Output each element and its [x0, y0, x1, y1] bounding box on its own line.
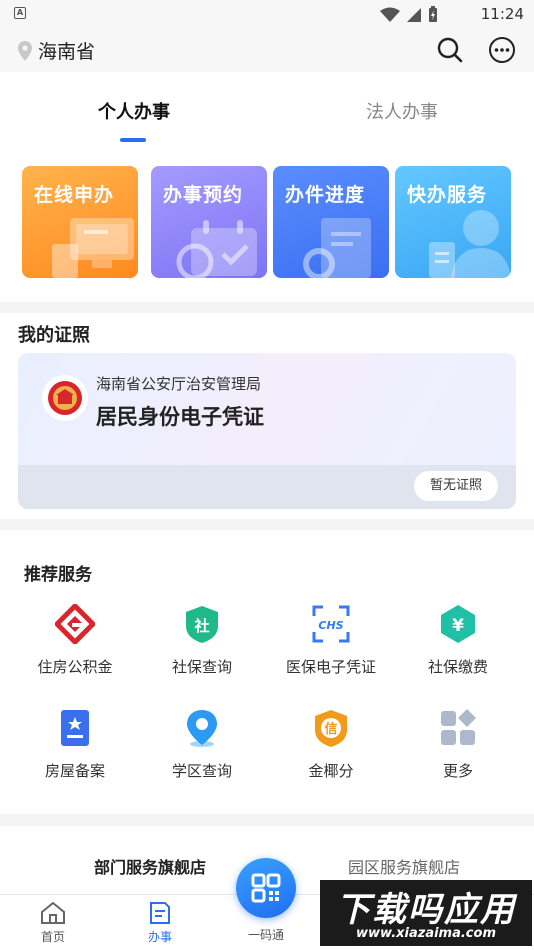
service-medical-insurance[interactable]: CHS 医保电子凭证 — [271, 604, 391, 677]
service-social-security-payment[interactable]: ¥ 社保缴费 — [398, 604, 518, 677]
service-more[interactable]: 更多 — [398, 708, 518, 781]
section-title: 推荐服务 — [24, 565, 92, 585]
tile-progress[interactable]: 办件进度 — [273, 166, 389, 278]
service-label: 医保电子凭证 — [285, 658, 376, 676]
more-grid-icon — [441, 709, 476, 745]
icon-glyph: 社 — [193, 617, 209, 635]
tile-label: 办件进度 — [285, 184, 366, 206]
tab-park-flagship[interactable]: 园区服务旗舰店 — [348, 854, 460, 878]
recommended-services-section: 推荐服务 住房公积金 社 社保查询 CHS 医保电子凭证 ¥ 社保缴费 房屋备案… — [0, 530, 534, 814]
tab-dept-flagship[interactable]: 部门服务旗舰店 — [94, 854, 206, 878]
service-label: 金椰分 — [308, 762, 354, 780]
tile-label: 在线申办 — [34, 184, 115, 206]
status-time: 11:24 — [480, 5, 524, 23]
icon-glyph: CHS — [318, 619, 343, 632]
more-options-icon[interactable] — [488, 36, 516, 64]
coconut-score-icon: 信 — [315, 710, 347, 747]
service-label: 社保查询 — [171, 658, 232, 676]
search-icon[interactable] — [436, 36, 464, 64]
tile-appointment[interactable]: 办事预约 — [151, 166, 267, 278]
service-panel: 个人办事 法人办事 在线申办 办事预约 办件进度 快办服务 — [0, 72, 534, 302]
service-school-district[interactable]: 学区查询 — [142, 708, 262, 781]
nav-services[interactable]: 办事 — [130, 901, 190, 945]
signal-icon — [407, 7, 421, 22]
medical-insurance-icon: CHS — [312, 605, 350, 643]
nav-label: 办事 — [147, 930, 172, 944]
id-certificate-card[interactable]: 海南省公安厅治安管理局 居民身份电子凭证 暂无证照 — [18, 353, 516, 509]
service-housing-fund[interactable]: 住房公积金 — [15, 604, 135, 677]
tile-label: 快办服务 — [407, 184, 488, 206]
notification-icon: A — [14, 7, 26, 19]
service-label: 学区查询 — [171, 762, 232, 780]
battery-icon — [429, 6, 437, 22]
qr-label: 一码通 — [247, 928, 284, 942]
qr-code-button[interactable] — [236, 858, 296, 918]
no-certificate-button[interactable]: 暂无证照 — [414, 471, 498, 501]
school-district-icon — [187, 710, 217, 747]
tab-legal[interactable]: 法人办事 — [366, 98, 438, 124]
location-pin-icon — [18, 40, 32, 61]
service-label: 更多 — [442, 762, 473, 780]
watermark-title: 下载吗应用 — [336, 890, 516, 930]
wifi-icon — [380, 7, 400, 22]
issuing-authority: 海南省公安厅治安管理局 — [96, 375, 262, 393]
service-label: 住房公积金 — [37, 658, 113, 676]
document-icon — [150, 902, 170, 924]
section-title: 我的证照 — [18, 325, 90, 346]
tile-online-apply[interactable]: 在线申办 — [22, 166, 138, 278]
tab-personal[interactable]: 个人办事 — [98, 98, 170, 124]
nav-label: 首页 — [40, 930, 65, 944]
status-icons — [380, 6, 438, 23]
app-header: 海南省 — [0, 28, 534, 72]
location-selector[interactable]: 海南省 — [18, 37, 95, 64]
certificate-name: 居民身份电子凭证 — [96, 405, 264, 429]
qr-code-icon — [251, 873, 281, 903]
active-tab-indicator — [120, 138, 146, 142]
service-coconut-score[interactable]: 信 金椰分 — [271, 708, 391, 781]
home-icon — [41, 901, 65, 924]
service-label: 社保缴费 — [427, 658, 488, 676]
nav-home[interactable]: 首页 — [23, 901, 83, 945]
tile-label: 办事预约 — [163, 184, 244, 206]
my-certificates-section: 我的证照 海南省公安厅治安管理局 居民身份电子凭证 暂无证照 — [0, 313, 534, 519]
social-security-query-icon: 社 — [186, 606, 218, 643]
icon-glyph: ¥ — [452, 616, 464, 636]
site-watermark: 下载吗应用 www.xiazaima.com — [320, 880, 532, 946]
house-record-icon — [61, 710, 89, 746]
housing-fund-icon — [55, 604, 95, 644]
location-label: 海南省 — [38, 41, 96, 63]
tile-fast-service[interactable]: 快办服务 — [395, 166, 511, 278]
service-house-record[interactable]: 房屋备案 — [15, 708, 135, 781]
service-label: 房屋备案 — [44, 762, 105, 780]
status-bar: A 11:24 — [0, 0, 534, 28]
icon-glyph: 信 — [324, 721, 337, 737]
police-emblem — [42, 375, 88, 421]
watermark-url: www.xiazaima.com — [356, 926, 496, 941]
national-emblem-icon — [48, 381, 82, 415]
service-social-security-query[interactable]: 社 社保查询 — [142, 604, 262, 677]
social-security-payment-icon: ¥ — [441, 605, 475, 643]
